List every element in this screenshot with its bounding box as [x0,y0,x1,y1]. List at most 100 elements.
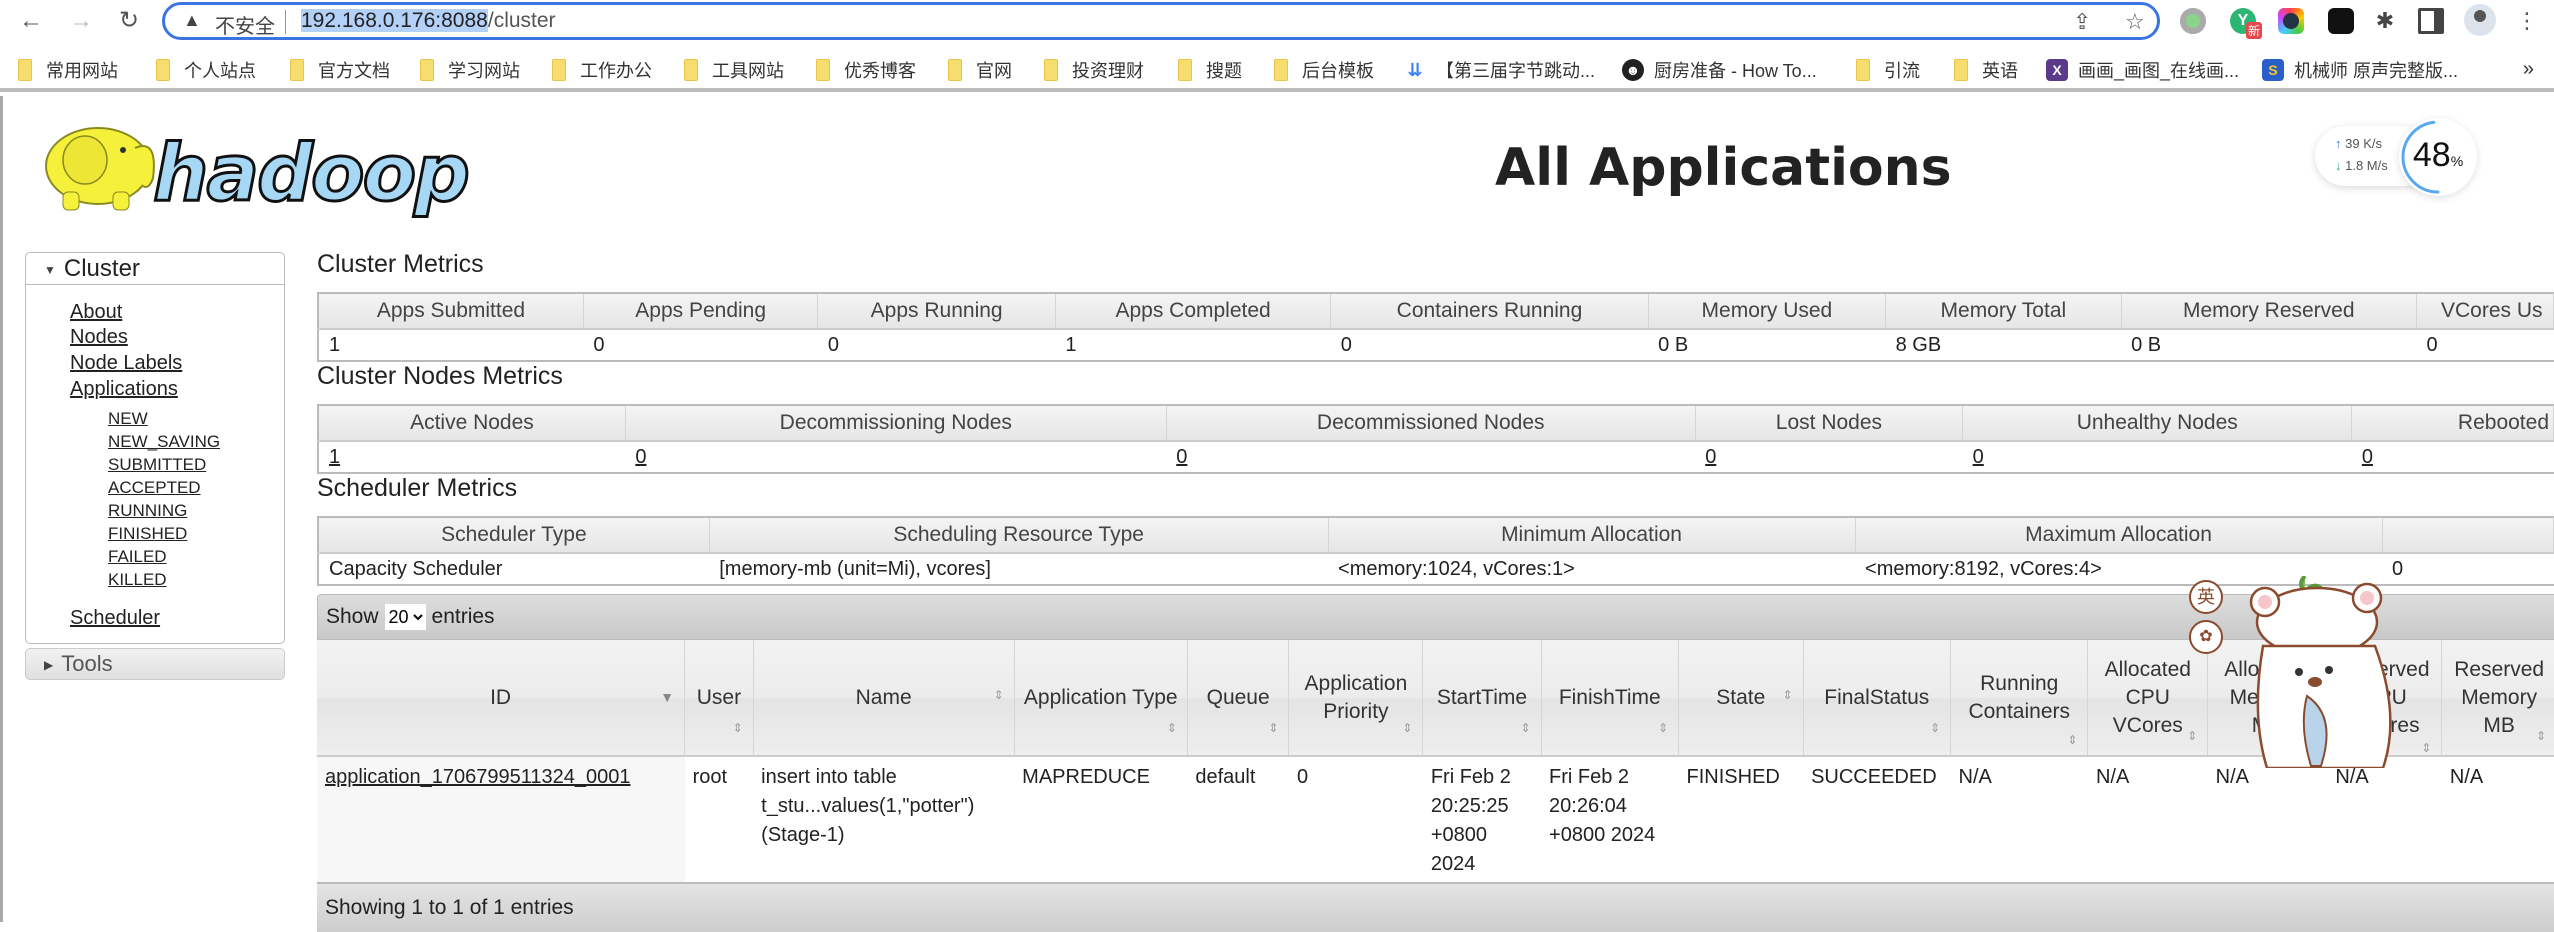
sidepanel-icon[interactable] [2418,8,2444,34]
bookmark-folder[interactable]: 个人站点 [156,56,256,84]
col-starttime[interactable]: StartTime ⇕ [1422,640,1542,757]
sidebar-state-finished[interactable]: FINISHED [108,524,187,544]
back-button[interactable]: ← [16,6,46,36]
bookmark-folder[interactable]: 官方文档 [290,56,390,84]
finalstatus-cell: SUCCEEDED [1803,756,1951,885]
bookmark-folder[interactable]: 投资理财 [1044,56,1144,84]
profile-avatar-icon[interactable] [2464,4,2496,36]
usage-gauge: 48% [2399,118,2477,196]
col-queue[interactable]: Queue ⇕ [1187,640,1290,757]
col-state[interactable]: State ⇕ [1678,640,1804,757]
application-id-link[interactable]: application_1706799511324_0001 [325,766,630,788]
bookmark-link[interactable]: X 画画_画图_在线画... [2046,56,2239,84]
bookmarks-bar: 常用网站 个人站点 官方文档 学习网站 工作办公 工具网站 优秀博客 官网 投资… [0,48,2554,92]
decommissioned-nodes-link[interactable]: 0 [1176,446,1187,468]
col-running-containers[interactable]: Running Containers ⇕ [1950,640,2089,757]
col-user[interactable]: User ⇕ [684,640,754,757]
sidebar-state-failed[interactable]: FAILED [108,547,167,567]
folder-icon [948,59,962,81]
extension-eyes-icon[interactable] [2328,8,2354,34]
bookmark-folder[interactable]: 英语 [1954,56,2018,84]
bookmark-folder[interactable]: 工具网站 [684,56,784,84]
bookmark-folder[interactable]: 常用网站 [18,56,118,84]
folder-icon [552,59,566,81]
bookmark-folder[interactable]: 引流 [1856,56,1920,84]
instructables-icon: ☻ [1622,59,1644,81]
bookmark-folder[interactable]: 学习网站 [420,56,520,84]
rebooted-nodes-link[interactable]: 0 [2362,446,2373,468]
col-scheduling-resource-type: Scheduling Resource Type [709,517,1329,554]
ime-language-toggle[interactable]: 英 [2189,580,2223,614]
reload-button[interactable]: ↻ [114,6,144,36]
arrow-up-icon: ↑ [2335,136,2342,151]
bookmark-link[interactable]: ⇊ 【第三届字节跳动... [1404,56,1595,84]
active-nodes-link[interactable]: 1 [329,446,340,468]
col-reserved-memory-mb[interactable]: Reserved Memory MB ⇕ [2441,640,2554,757]
bookmark-link[interactable]: ☻ 厨房准备 - How To... [1622,56,1817,84]
share-icon[interactable]: ⇪ [2073,9,2091,35]
sidebar-state-new-saving[interactable]: NEW_SAVING [108,432,220,452]
apps-submitted-value: 1 [329,333,341,356]
sidebar-state-killed[interactable]: KILLED [108,570,167,590]
folder-icon [1044,59,1058,81]
security-label[interactable]: 不安全 [215,10,275,39]
warning-icon[interactable]: ▲ [183,10,201,31]
state-cell: FINISHED [1678,756,1804,885]
col-application-priority[interactable]: Application Priority ⇕ [1288,640,1424,757]
url-host: 192.168.0.176:8088 [301,9,488,32]
bookmark-link[interactable]: S 机械师 原声完整版... [2262,56,2458,84]
col-application-type[interactable]: Application Type ⇕ [1014,640,1188,757]
extension-status-icon[interactable] [2180,8,2206,34]
sidebar-link-node-labels[interactable]: Node Labels [70,352,182,375]
more-bookmarks-button[interactable]: » [2523,58,2534,81]
apps-completed-value: 1 [1065,333,1077,356]
bear-mascot-sticker[interactable] [2187,576,2427,768]
url-text[interactable]: 192.168.0.176:8088/cluster [301,9,556,33]
sidebar-link-about[interactable]: About [70,301,122,324]
puzzle-icon[interactable]: ✱ [2372,8,2398,34]
page-title: All Applications [1495,138,1952,198]
unhealthy-nodes-link[interactable]: 0 [1973,446,1984,468]
chevrons-down-icon: ⇊ [1407,59,1423,80]
star-icon[interactable]: ☆ [2125,9,2145,35]
bookmark-folder[interactable]: 工作办公 [552,56,652,84]
logo-text: hadoop [153,129,468,218]
folder-icon [1274,59,1288,81]
address-bar[interactable]: ▲ 不安全 192.168.0.176:8088/cluster ⇪ ☆ [162,2,2160,40]
decommissioning-nodes-link[interactable]: 0 [635,446,646,468]
table-header-row: Scheduler Type Scheduling Resource Type … [318,517,2554,554]
sidebar-cluster-header[interactable]: ▼ Cluster [26,253,284,285]
cluster-metrics-table: Apps Submitted Apps Pending Apps Running… [317,292,2554,362]
menu-kebab-icon[interactable]: ⋮ [2512,6,2542,36]
extension-camera-icon[interactable] [2278,8,2304,34]
bookmark-folder[interactable]: 搜题 [1178,56,1242,84]
sidebar-state-running[interactable]: RUNNING [108,501,187,521]
sidebar-link-nodes[interactable]: Nodes [70,326,128,349]
col-finishtime[interactable]: FinishTime ⇕ [1541,640,1680,757]
show-label: Show [326,605,379,628]
sidebar-state-new[interactable]: NEW [108,409,148,429]
sidebar-state-submitted[interactable]: SUBMITTED [108,455,206,475]
sidebar-link-applications[interactable]: Applications [70,378,178,401]
forward-button[interactable]: → [66,6,96,36]
bookmark-folder[interactable]: 官网 [948,56,1012,84]
reload-icon: ↻ [118,7,140,34]
sidebar-state-accepted[interactable]: ACCEPTED [108,478,201,498]
lost-nodes-link[interactable]: 0 [1705,446,1716,468]
sidebar-link-scheduler[interactable]: Scheduler [70,607,160,630]
col-finalstatus[interactable]: FinalStatus ⇕ [1803,640,1952,757]
reserved-memory-cell: N/A [2441,756,2554,885]
ime-menu-icon[interactable]: ✿ [2189,620,2223,654]
col-name[interactable]: Name ⇕ [753,640,1015,757]
col-memory-reserved: Memory Reserved [2121,293,2417,330]
col-id[interactable]: ID ▼ [317,640,686,757]
sidebar-tools-panel[interactable]: ▶ Tools [25,648,285,680]
memory-used-value: 0 B [1658,333,1689,356]
sidebar-cluster-panel: ▼ Cluster About Nodes Node Labels Applica… [25,252,285,644]
hadoop-logo[interactable]: hadoop [23,108,473,218]
col-apps-running: Apps Running [817,293,1056,330]
bookmark-folder[interactable]: 优秀博客 [816,56,916,84]
sort-icon: ⇕ [1268,721,1279,735]
bookmark-folder[interactable]: 后台模板 [1274,56,1374,84]
page-size-select[interactable]: 20 [384,604,426,630]
